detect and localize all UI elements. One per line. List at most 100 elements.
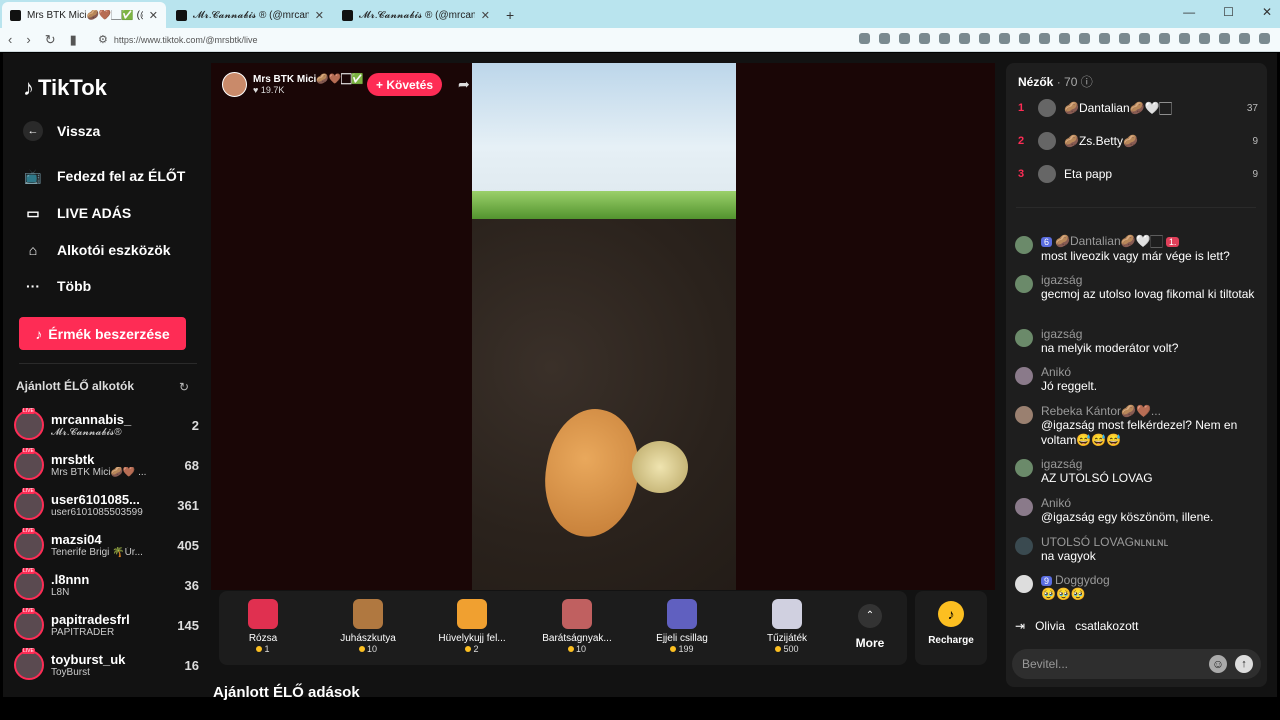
chat-input[interactable]: Bevitel... ☺ ↑ <box>1012 649 1261 679</box>
close-window-icon[interactable]: ✕ <box>1262 5 1272 19</box>
nav-go-live[interactable]: ▭ LIVE ADÁS <box>23 203 131 223</box>
emoji-icon[interactable]: ☺ <box>1209 655 1227 673</box>
viewer-count: 361 <box>177 497 199 513</box>
nav-explore-live[interactable]: 📺 Fedezd fel az ÉLŐT <box>23 166 185 186</box>
creator-item[interactable]: mrsbtkMrs BTK Mici🥔🤎 ... 68 <box>14 447 199 483</box>
live-video[interactable] <box>472 63 736 590</box>
top-viewer-row[interactable]: 2 🥔Zs.Betty🥔 9 <box>1018 130 1258 152</box>
nav-label: Több <box>57 278 92 294</box>
gift-item[interactable]: Éjjeli csillag 199 <box>634 599 730 654</box>
url-field[interactable]: https://www.tiktok.com/@mrsbtk/live <box>114 35 258 45</box>
extension-icon[interactable] <box>999 33 1010 44</box>
extension-icon[interactable] <box>1259 33 1270 44</box>
send-icon[interactable]: ↑ <box>1235 655 1253 673</box>
nav-more[interactable]: ··· Több <box>23 276 91 296</box>
message-text: @igazság egy köszönöm, illene. <box>1041 510 1214 524</box>
gift-item[interactable]: Rózsa 1 <box>215 599 311 654</box>
viewers-label: Nézők <box>1018 75 1054 89</box>
creator-name: mrcannabis_ <box>51 412 132 427</box>
extension-icon[interactable] <box>1139 33 1150 44</box>
chat-message[interactable]: Anikó @igazság egy köszönöm, illene. <box>1015 496 1255 525</box>
follow-button[interactable]: + Követés <box>367 73 442 96</box>
more-gifts-button[interactable]: ⌃ More <box>850 604 890 650</box>
close-tab-icon[interactable]: ✕ <box>481 9 490 22</box>
extension-icon[interactable] <box>979 33 990 44</box>
minimize-icon[interactable]: — <box>1183 5 1195 19</box>
site-info-icon[interactable]: ⚙ <box>98 33 108 46</box>
nav-creator-tools[interactable]: ⌂ Alkotói eszközök <box>23 240 171 260</box>
chat-message[interactable]: Anikó Jó reggelt. <box>1015 365 1255 394</box>
help-icon[interactable]: ⓘ <box>1081 75 1093 89</box>
extension-icon[interactable] <box>919 33 930 44</box>
video-grass <box>472 191 736 221</box>
extension-icon[interactable] <box>879 33 890 44</box>
extension-icon[interactable] <box>899 33 910 44</box>
recharge-button[interactable]: ♪ Recharge <box>915 591 987 665</box>
extension-icon[interactable] <box>1199 33 1210 44</box>
divider <box>1016 207 1256 208</box>
gift-item[interactable]: Tűzijáték 500 <box>739 599 835 654</box>
viewer-name: 🥔Dantalian🥔🤍🏻 <box>1064 100 1172 115</box>
new-tab-button[interactable]: + <box>506 7 514 23</box>
extension-icon[interactable] <box>1219 33 1230 44</box>
top-viewer-row[interactable]: 1 🥔Dantalian🥔🤍🏻 37 <box>1018 97 1258 119</box>
extension-icon[interactable] <box>1099 33 1110 44</box>
viewer-count: 2 <box>191 417 199 433</box>
creator-item[interactable]: mrcannabis_𝓜𝓻.𝓒𝓪𝓷𝓷𝓪𝓫𝓲𝓼® 2 <box>14 407 199 443</box>
gift-item[interactable]: Juhászkutya 10 <box>320 599 416 654</box>
reload-icon[interactable]: ↻ <box>45 32 56 48</box>
avatar <box>1015 406 1033 424</box>
camera-icon: ▭ <box>26 204 40 221</box>
more-label: More <box>855 636 885 650</box>
extension-icon[interactable] <box>1239 33 1250 44</box>
chat-message[interactable]: UTOLSÓ LOVAGɴʟɴʟɴʟ na vagyok <box>1015 535 1255 564</box>
creator-name: .l8nnn <box>51 572 90 587</box>
browser-tab[interactable]: Mrs BTK Mici🥔🤎🏻✅ (@m ✕ <box>2 2 166 28</box>
extension-icon[interactable] <box>939 33 950 44</box>
close-tab-icon[interactable]: ✕ <box>315 9 324 22</box>
gift-item[interactable]: Hüvelykujj fel... 2 <box>424 599 520 654</box>
browser-tab[interactable]: 𝓜𝓻.𝓒𝓪𝓷𝓷𝓪𝓫𝓲𝓼 ® (@mrcannabis_) ✕ <box>168 2 332 28</box>
creator-item[interactable]: papitradesfrlPAPITRADER 145 <box>14 607 199 643</box>
get-coins-button[interactable]: ♪ Érmék beszerzése <box>19 317 186 350</box>
gift-name: Rózsa <box>248 633 278 644</box>
chat-message[interactable]: igazság gecmoj az utolso lovag fikomal k… <box>1015 273 1255 302</box>
extension-icon[interactable] <box>1019 33 1030 44</box>
coin-icon: ♪ <box>35 325 43 342</box>
chat-message[interactable]: 9 Doggydog 🥹🥹🥹 <box>1015 573 1255 602</box>
gift-item[interactable]: Barátságnyak... 10 <box>529 599 625 654</box>
extension-icon[interactable] <box>1079 33 1090 44</box>
extension-icon[interactable] <box>1179 33 1190 44</box>
chat-message[interactable]: igazság AZ UTOLSÓ LOVAG <box>1015 457 1255 486</box>
creator-name: mrsbtk <box>51 452 95 467</box>
message-user: igazság <box>1041 273 1083 287</box>
extension-icon[interactable] <box>1159 33 1170 44</box>
creator-item[interactable]: toyburst_ukToyBurst 16 <box>14 647 199 683</box>
streamer-info[interactable]: Mrs BTK Mici🥔🤎🏻✅ ♥ 19.7K <box>222 72 364 97</box>
avatar <box>1038 99 1056 117</box>
browser-tab[interactable]: 𝓜𝓻.𝓒𝓪𝓷𝓷𝓪𝓫𝓲𝓼 ® (@mrcannabis_) ✕ <box>334 2 498 28</box>
creator-item[interactable]: mazsi04Tenerife Brigi 🌴Úr... 405 <box>14 527 199 563</box>
extension-icon[interactable] <box>1039 33 1050 44</box>
chat-message[interactable]: 6 🥔Dantalian🥔🤍🏻 1. most liveozik vagy már… <box>1015 234 1255 264</box>
chat-message[interactable]: igazság na melyik moderátor volt? <box>1015 327 1255 356</box>
forward-arrow-icon[interactable]: › <box>26 32 30 48</box>
chat-message[interactable]: Rebeka Kántor🥔🤎... @igazság most felkérd… <box>1015 404 1255 448</box>
creator-item[interactable]: user6101085...user6101085503599 361 <box>14 487 199 523</box>
refresh-icon[interactable]: ↻ <box>179 380 189 394</box>
extension-icon[interactable] <box>1059 33 1070 44</box>
back-arrow-icon[interactable]: ‹ <box>8 32 12 48</box>
extension-icon[interactable] <box>859 33 870 44</box>
extension-icon[interactable] <box>959 33 970 44</box>
close-tab-icon[interactable]: ✕ <box>149 9 158 22</box>
extension-icon[interactable] <box>1119 33 1130 44</box>
level-badge: 9 <box>1041 576 1053 586</box>
tiktok-logo[interactable]: ♪ TikTok <box>23 75 107 101</box>
back-button[interactable]: ← Vissza <box>23 121 100 141</box>
creator-item[interactable]: .l8nnnL8N 36 <box>14 567 199 603</box>
bookmark-icon[interactable]: ▮ <box>70 32 77 48</box>
top-viewer-row[interactable]: 3 Eta papp 9 <box>1018 163 1258 185</box>
gift-cost: 500 <box>739 644 835 654</box>
share-icon[interactable]: ➦ <box>458 76 480 96</box>
maximize-icon[interactable]: ☐ <box>1223 5 1234 19</box>
